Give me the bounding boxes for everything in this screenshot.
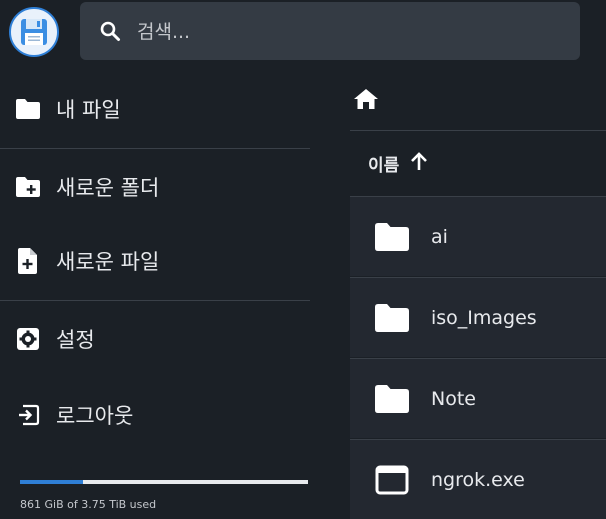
sidebar: 내 파일 새로운 폴더 새로운 파일 설정 로그아웃 [0, 72, 310, 514]
column-header-name[interactable]: 이름 [368, 151, 399, 176]
file-name: Note [431, 387, 476, 410]
sidebar-divider [0, 300, 310, 301]
sidebar-item-logout[interactable]: 로그아웃 [0, 378, 310, 452]
home-icon[interactable] [353, 88, 379, 114]
new-file-icon [14, 247, 42, 275]
sidebar-item-label: 내 파일 [56, 98, 121, 122]
settings-icon [14, 325, 42, 353]
sidebar-item-new-file[interactable]: 새로운 파일 [0, 224, 310, 298]
folder-icon [372, 217, 412, 257]
top-bar [0, 0, 606, 70]
sidebar-item-label: 새로운 폴더 [56, 176, 160, 200]
arrow-up-icon[interactable] [409, 152, 429, 176]
file-name: ngrok.exe [431, 468, 525, 491]
sidebar-item-label: 로그아웃 [56, 404, 134, 428]
sidebar-divider [0, 148, 310, 149]
folder-icon [372, 379, 412, 419]
storage-usage-fill [20, 480, 84, 484]
folder-icon [14, 95, 42, 123]
sidebar-item-settings[interactable]: 설정 [0, 302, 310, 376]
sidebar-item-label: 설정 [56, 328, 95, 352]
search-input[interactable] [135, 16, 559, 48]
sidebar-item-new-folder[interactable]: 새로운 폴더 [0, 150, 310, 224]
file-name: iso_Images [431, 306, 537, 329]
app-logo-icon[interactable] [9, 7, 59, 57]
column-header-row: 이름 [350, 131, 606, 195]
logout-icon [14, 401, 42, 429]
file-row[interactable]: ai [350, 196, 606, 276]
new-folder-icon [14, 173, 42, 201]
search-box[interactable] [80, 2, 580, 60]
storage-usage-text: 861 GiB of 3.75 TiB used [20, 498, 157, 511]
application-icon [372, 460, 412, 500]
file-row[interactable]: ngrok.exe [350, 439, 606, 519]
search-icon [98, 19, 122, 47]
file-listing: 이름 ai iso_Images Note ngrok.exe [350, 72, 606, 519]
storage-usage-bar [20, 480, 308, 484]
sidebar-item-label: 새로운 파일 [56, 250, 160, 274]
sidebar-item-my-files[interactable]: 내 파일 [0, 72, 310, 146]
file-row[interactable]: iso_Images [350, 277, 606, 357]
folder-icon [372, 298, 412, 338]
file-row[interactable]: Note [350, 358, 606, 438]
file-name: ai [431, 225, 448, 248]
